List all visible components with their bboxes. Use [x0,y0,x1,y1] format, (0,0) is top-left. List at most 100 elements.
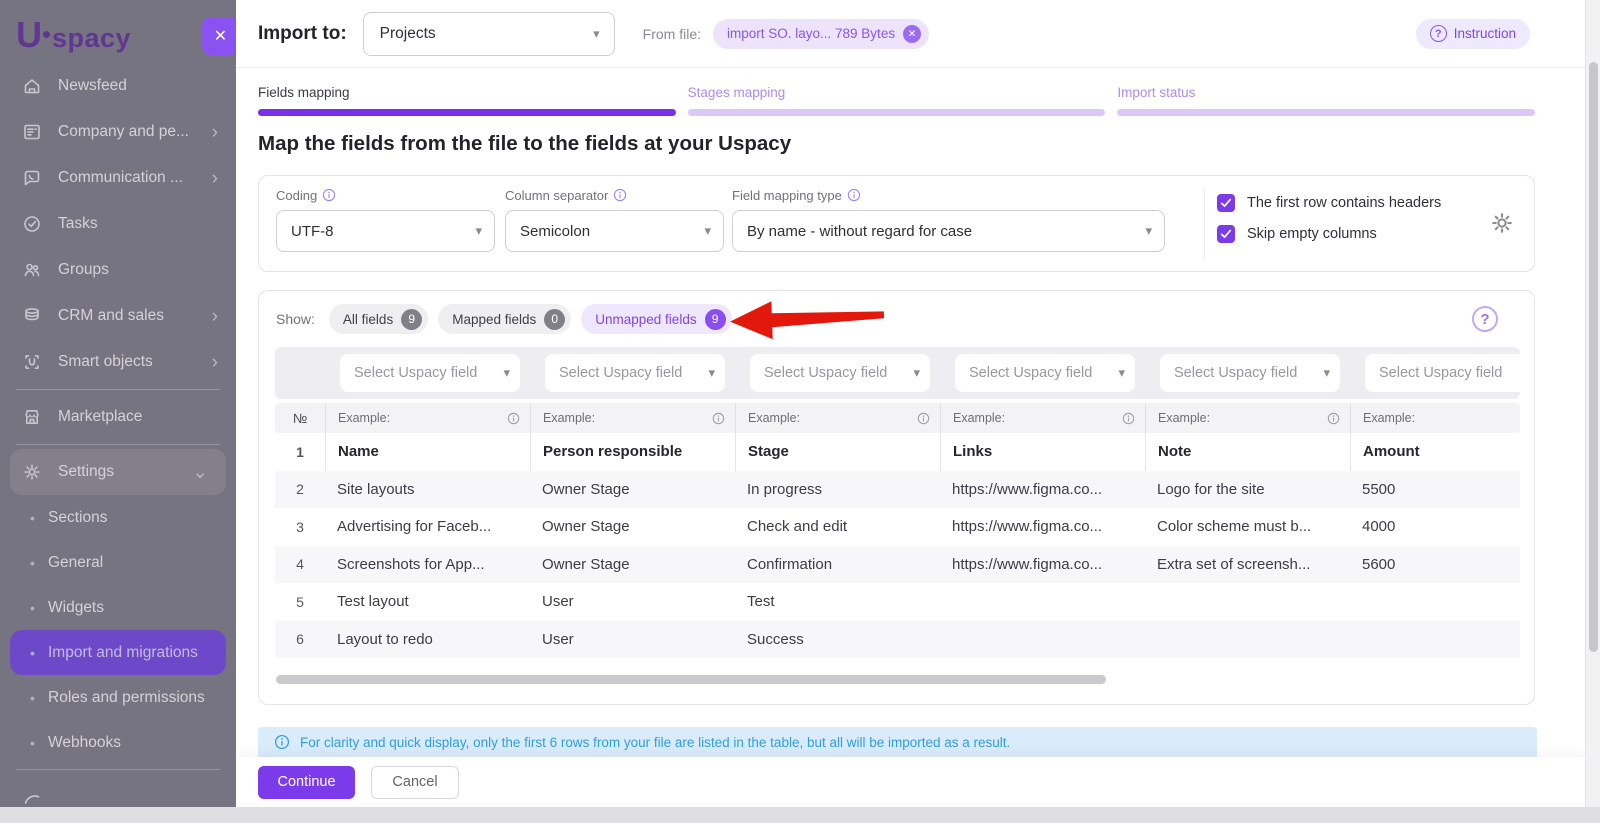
info-icon[interactable] [847,188,861,202]
chevron-down-icon: ▾ [1145,223,1152,239]
people-icon [22,260,44,280]
bullet-icon: • [30,555,48,571]
info-icon[interactable] [1327,412,1340,425]
chevron-down-icon: ▾ [475,223,482,239]
close-sidebar-button[interactable]: ✕ [202,17,236,55]
import-to-label: Import to: [258,23,347,45]
close-icon: ✕ [214,26,227,46]
sidebar-item-roles-and-permissions[interactable]: • Roles and permissions [0,675,236,720]
nav-divider [16,769,220,770]
uspacy-field-select-stage[interactable]: Select Uspacy field▾ [750,354,930,392]
checkbox-first-row-headers[interactable]: The first row contains headers [1217,194,1441,212]
filter-all-fields[interactable]: All fields 9 [329,304,428,334]
advanced-settings-button[interactable] [1487,209,1517,239]
filter-mapped-fields[interactable]: Mapped fields 0 [438,304,571,334]
info-icon[interactable] [507,412,520,425]
sidebar-item-partial[interactable] [0,774,236,807]
vertical-scrollbar-thumb[interactable] [1589,62,1598,652]
storefront-icon [22,407,44,427]
column-separator-select[interactable]: Semicolon ▾ [505,210,724,252]
chevron-right-icon: › [212,169,218,188]
chevron-right-icon: › [212,353,218,372]
chevron-down-icon: ▾ [593,26,600,42]
uspacy-logo[interactable]: U spacy [16,14,131,56]
continue-button[interactable]: Continue [258,766,355,799]
sidebar-item-import-and-migrations[interactable]: • Import and migrations [10,630,226,675]
database-icon [22,306,44,326]
sidebar-item-sections[interactable]: • Sections [0,495,236,540]
page-bottom-strip [0,807,1600,823]
table-row: 1 Name Person responsible Stage Links No… [275,433,1520,471]
bullet-icon: • [30,645,48,661]
instruction-button[interactable]: ? Instruction [1416,19,1530,49]
field-mapping-type-select[interactable]: By name - without regard for case ▾ [732,210,1165,252]
count-badge: 0 [544,309,565,330]
sidebar-item-tasks[interactable]: Tasks [0,201,236,247]
sidebar-item-company-and-people[interactable]: Company and pe... › [0,109,236,155]
bullet-icon: • [30,510,48,526]
info-banner: For clarity and quick display, only the … [258,727,1537,757]
filter-unmapped-fields[interactable]: Unmapped fields 9 [581,304,731,334]
sidebar-item-settings[interactable]: Settings ⌄ [10,449,226,495]
uspacy-field-select-links[interactable]: Select Uspacy field▾ [955,354,1135,392]
example-row: № Example: Example: Example: Example: Ex… [275,403,1520,433]
sidebar: U spacy ✕ Newsfeed Company and pe... › C… [0,0,236,807]
step-import-status[interactable]: Import status [1117,85,1535,116]
cancel-button[interactable]: Cancel [371,766,459,799]
coding-select[interactable]: UTF-8 ▾ [276,210,495,252]
nav-divider [16,389,220,390]
step-fields-mapping[interactable]: Fields mapping [258,85,676,116]
file-chip[interactable]: import SO. layo... 789 Bytes ✕ [713,19,929,49]
home-icon [22,76,44,96]
remove-file-icon[interactable]: ✕ [903,25,921,43]
table-row: 6 Layout to redo User Success [275,621,1520,659]
step-progress-bar [1117,109,1535,116]
import-settings-card: Coding UTF-8 ▾ Column separator Semicolo… [258,175,1535,272]
sidebar-item-newsfeed[interactable]: Newsfeed [0,63,236,109]
chevron-down-icon: ▾ [1118,365,1125,381]
page-title: Map the fields from the file to the fiel… [258,132,791,156]
step-stages-mapping[interactable]: Stages mapping [688,85,1106,116]
gear-icon [1489,210,1515,236]
step-progress-bar [688,109,1106,116]
info-icon[interactable] [712,412,725,425]
info-icon [274,734,290,750]
uspacy-field-select-name[interactable]: Select Uspacy field▾ [340,354,520,392]
info-icon[interactable] [1122,412,1135,425]
show-label: Show: [276,311,315,327]
import-to-select[interactable]: Projects ▾ [363,12,615,56]
horizontal-scrollbar[interactable] [276,675,1106,684]
sidebar-item-widgets[interactable]: • Widgets [0,585,236,630]
sidebar-item-communication[interactable]: Communication ... › [0,155,236,201]
question-icon: ? [1430,25,1447,42]
count-badge: 9 [401,309,422,330]
sidebar-item-marketplace[interactable]: Marketplace [0,394,236,440]
import-panel: Import to: Projects ▾ From file: import … [236,0,1585,807]
chat-icon [22,168,44,188]
number-column-header: № [275,403,325,433]
help-icon[interactable]: ? [1472,306,1498,332]
uspacy-field-select-amount[interactable]: Select Uspacy field [1365,354,1520,392]
red-arrow-annotation [726,293,887,343]
sidebar-item-crm-and-sales[interactable]: CRM and sales › [0,293,236,339]
chevron-down-icon: ▾ [708,365,715,381]
sidebar-nav: Newsfeed Company and pe... › Communicati… [0,63,236,807]
import-to-value: Projects [380,25,436,43]
vertical-scrollbar [1585,0,1600,807]
info-icon[interactable] [322,188,336,202]
sidebar-item-groups[interactable]: Groups [0,247,236,293]
bullet-icon: • [30,690,48,706]
info-icon[interactable] [613,188,627,202]
sidebar-item-general[interactable]: • General [0,540,236,585]
logo-dot [43,31,50,38]
checkbox-skip-empty-columns[interactable]: Skip empty columns [1217,225,1441,243]
smart-object-icon [22,352,44,372]
info-icon[interactable] [917,412,930,425]
sidebar-item-smart-objects[interactable]: Smart objects › [0,339,236,385]
logo-text: spacy [52,23,131,54]
chevron-down-icon: ▾ [704,223,711,239]
uspacy-field-select-person[interactable]: Select Uspacy field▾ [545,354,725,392]
uspacy-field-select-note[interactable]: Select Uspacy field▾ [1160,354,1340,392]
fields-mapping-card: Show: All fields 9 Mapped fields 0 Unmap… [258,290,1535,705]
sidebar-item-webhooks[interactable]: • Webhooks [0,720,236,765]
